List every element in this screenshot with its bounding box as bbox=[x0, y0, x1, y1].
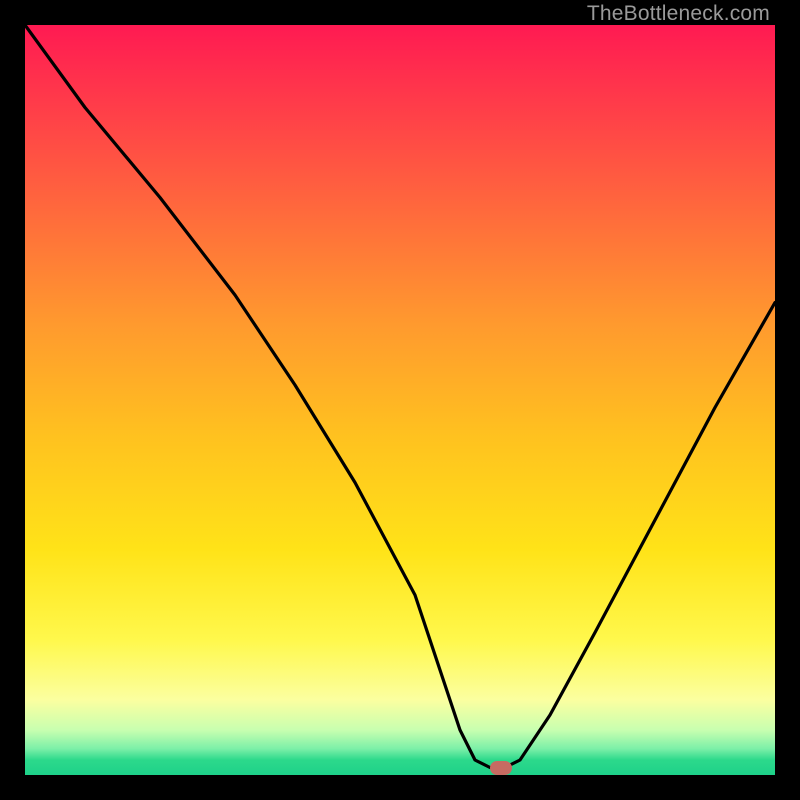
plot-area bbox=[25, 25, 775, 775]
min-marker bbox=[490, 761, 512, 775]
chart-frame: TheBottleneck.com bbox=[0, 0, 800, 800]
bottleneck-curve bbox=[25, 25, 775, 775]
attribution-text: TheBottleneck.com bbox=[587, 2, 770, 26]
